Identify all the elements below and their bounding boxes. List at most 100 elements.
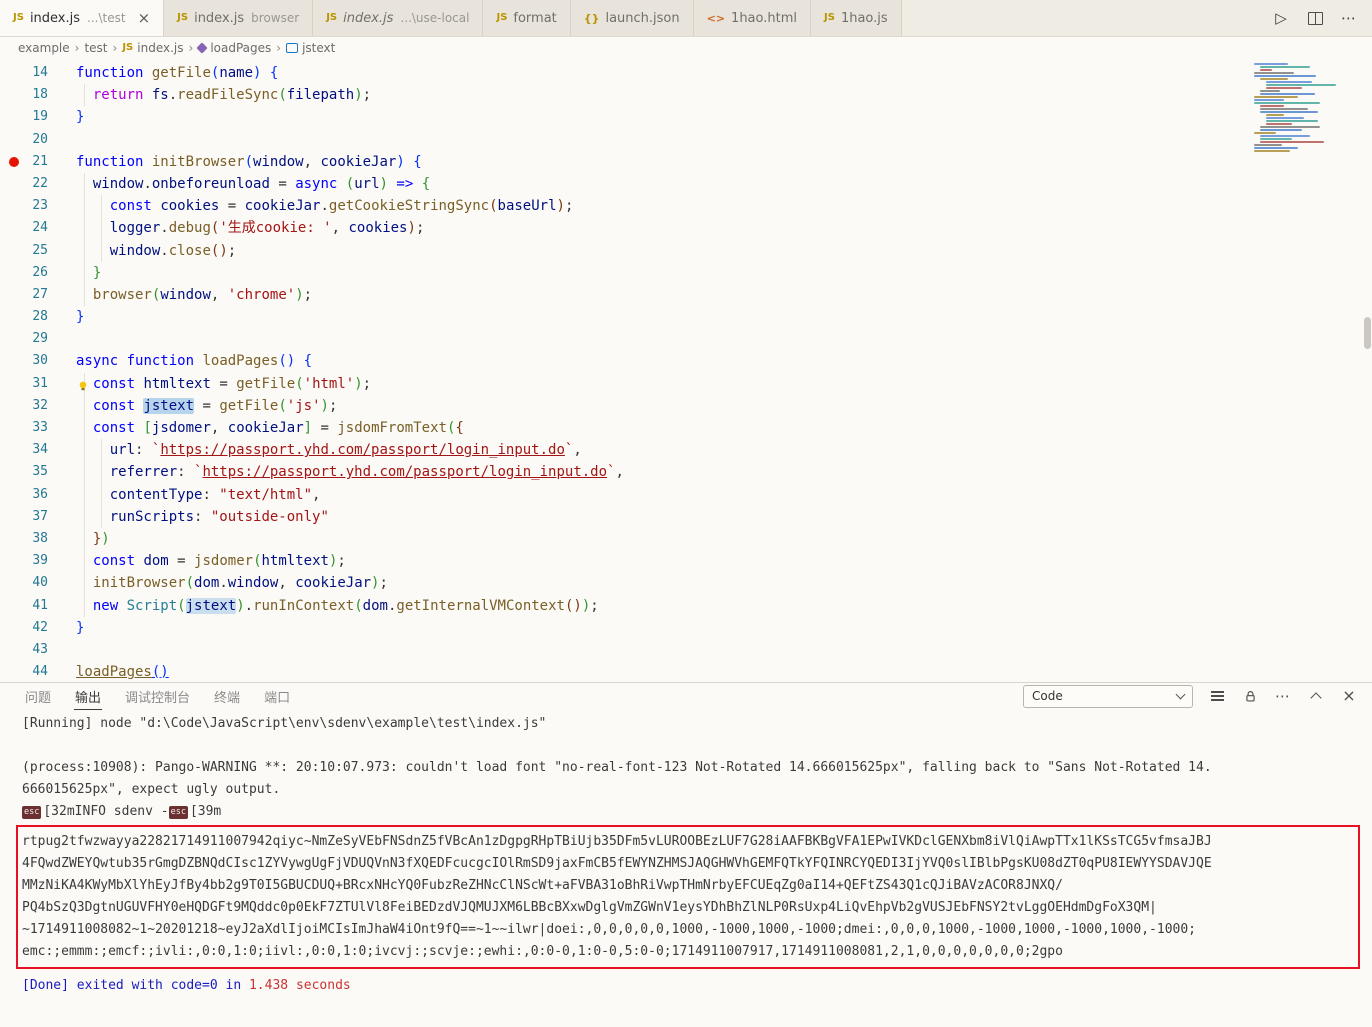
panel-tab-output[interactable]: 输出 <box>74 683 103 710</box>
line-number[interactable]: 27 <box>0 284 48 306</box>
line-number[interactable]: 40 <box>0 572 48 594</box>
token: = <box>194 397 220 414</box>
token: ; <box>590 597 599 614</box>
line-number[interactable]: 43 <box>0 639 48 661</box>
token: dom <box>194 575 220 592</box>
panel-tab-problems[interactable]: 问题 <box>24 683 52 709</box>
code-line-14[interactable]: 14 function getFile(name) { <box>0 62 1242 84</box>
code-line-24[interactable]: 24 logger.debug('生成cookie: ', cookies); <box>0 217 1242 240</box>
line-number[interactable]: 18 <box>0 84 48 106</box>
breadcrumb-item-test[interactable]: test <box>84 41 107 55</box>
code-line-35[interactable]: 35 referrer: `https://passport.yhd.com/p… <box>0 461 1242 484</box>
line-number[interactable]: 36 <box>0 484 48 506</box>
run-button[interactable]: ▷ <box>1272 9 1290 27</box>
line-number[interactable]: 37 <box>0 506 48 528</box>
code-line-22[interactable]: 22 window.onbeforeunload = async (url) =… <box>0 172 1242 196</box>
code-line-26[interactable]: 26 } <box>0 261 1242 284</box>
breadcrumb-item-example[interactable]: example <box>18 41 70 55</box>
line-number[interactable]: 32 <box>0 395 48 417</box>
breadcrumb-item-loadpages[interactable]: loadPages <box>196 41 271 55</box>
panel-tab-debug-console[interactable]: 调试控制台 <box>124 683 191 709</box>
tab-index-js-browser[interactable]: JS index.js browser <box>164 0 314 36</box>
line-number[interactable]: 22 <box>0 173 48 195</box>
panel-tab-terminal[interactable]: 终端 <box>213 683 241 709</box>
code-editor[interactable]: 14 function getFile(name) {18 return fs.r… <box>0 59 1372 682</box>
line-number[interactable]: 20 <box>0 129 48 151</box>
code-line-25[interactable]: 25 window.close(); <box>0 239 1242 262</box>
code-line-28[interactable]: 28} <box>0 306 1242 328</box>
code-line-32[interactable]: 32 const jstext = getFile('js'); <box>0 394 1242 417</box>
minimap[interactable] <box>1254 63 1366 153</box>
lock-scroll-button[interactable] <box>1241 687 1259 705</box>
close-panel-button[interactable]: × <box>1340 687 1358 705</box>
token: loadPages <box>76 664 152 681</box>
panel-more-button[interactable]: ⋯ <box>1274 687 1292 705</box>
line-number[interactable]: 44 <box>0 661 48 682</box>
line-number[interactable]: 21 <box>0 151 48 173</box>
line-number[interactable]: 25 <box>0 240 48 262</box>
code-line-42[interactable]: 42} <box>0 617 1242 639</box>
token: function <box>76 153 144 170</box>
close-tab-icon[interactable]: × <box>138 10 151 26</box>
line-number[interactable]: 30 <box>0 350 48 372</box>
code-line-38[interactable]: 38 }) <box>0 527 1242 551</box>
line-number[interactable]: 35 <box>0 461 48 483</box>
code-line-43[interactable]: 43 <box>0 639 1242 661</box>
code-line-23[interactable]: 23 const cookies = cookieJar.getCookieSt… <box>0 195 1242 218</box>
line-number[interactable]: 38 <box>0 528 48 550</box>
tab-label: 1hao.html <box>731 10 797 26</box>
code-line-34[interactable]: 34 url: `https://passport.yhd.com/passpo… <box>0 439 1242 462</box>
line-number[interactable]: 41 <box>0 595 48 617</box>
code-line-41[interactable]: 41 new Script(jstext).runInContext(dom.g… <box>0 594 1242 617</box>
code-line-37[interactable]: 37 runScripts: "outside-only" <box>0 505 1242 528</box>
line-number[interactable]: 23 <box>0 195 48 217</box>
token: readFileSync <box>177 87 279 104</box>
code-line-39[interactable]: 39 const dom = jsdomer(htmltext); <box>0 550 1242 573</box>
clear-output-button[interactable] <box>1208 687 1226 705</box>
output-content[interactable]: [Running] node "d:\Code\JavaScript\env\s… <box>0 711 1372 1027</box>
code-line-18[interactable]: 18 return fs.readFileSync(filepath); <box>0 84 1242 107</box>
split-editor-button[interactable] <box>1306 9 1324 27</box>
code-line-44[interactable]: 44 loadPages() <box>0 661 1242 682</box>
more-actions-button[interactable]: ⋯ <box>1340 9 1358 27</box>
panel-tab-ports[interactable]: 端口 <box>263 683 291 709</box>
output-channel-select[interactable]: Code <box>1023 684 1193 708</box>
code-line-27[interactable]: 27 browser(window, 'chrome'); <box>0 283 1242 307</box>
breadcrumb-item-jstext[interactable]: jstext <box>286 41 335 55</box>
line-number[interactable]: 26 <box>0 262 48 284</box>
code-line-40[interactable]: 40 initBrowser(dom.window, cookieJar); <box>0 572 1242 595</box>
line-number[interactable]: 31 <box>0 373 48 395</box>
line-number[interactable]: 19 <box>0 106 48 128</box>
line-number[interactable]: 29 <box>0 328 48 350</box>
code-line-36[interactable]: 36 contentType: "text/html", <box>0 483 1242 506</box>
indent-guide <box>101 461 102 484</box>
code-line-21[interactable]: 21 function initBrowser(window, cookieJar… <box>0 151 1242 173</box>
code-line-19[interactable]: 19} <box>0 106 1242 128</box>
tab-format[interactable]: JS format <box>483 0 571 36</box>
line-number[interactable]: 33 <box>0 417 48 439</box>
tab-index-js-use-local[interactable]: JS index.js ...\use-local <box>313 0 484 36</box>
clear-output-icon <box>1210 691 1224 693</box>
code-line-33[interactable]: 33 const [jsdomer, cookieJar] = jsdomFro… <box>0 417 1242 440</box>
line-number[interactable]: 42 <box>0 617 48 639</box>
breadcrumb-item-index-js[interactable]: JS index.js <box>122 41 183 55</box>
token: ( <box>295 375 304 392</box>
code-line-31[interactable]: 31 const htmltext = getFile('html'); <box>0 372 1242 395</box>
code-line-29[interactable]: 29 <box>0 328 1242 350</box>
tab-index-js-test[interactable]: JS index.js ...\test × <box>0 0 165 36</box>
line-number[interactable]: 24 <box>0 217 48 239</box>
code-line-30[interactable]: 30 async function loadPages() { <box>0 350 1242 372</box>
line-number[interactable]: 39 <box>0 550 48 572</box>
tab-1hao-html[interactable]: <> 1hao.html <box>693 0 811 36</box>
line-number[interactable]: 34 <box>0 439 48 461</box>
maximize-panel-button[interactable] <box>1307 687 1325 705</box>
scrollbar-thumb[interactable] <box>1364 317 1371 349</box>
code-line-20[interactable]: 20 <box>0 129 1242 151</box>
line-number[interactable]: 28 <box>0 306 48 328</box>
tab-launch-json[interactable]: {} launch.json <box>570 0 694 36</box>
line-number[interactable]: 14 <box>0 62 48 84</box>
tab-1hao-js[interactable]: JS 1hao.js <box>811 0 902 36</box>
